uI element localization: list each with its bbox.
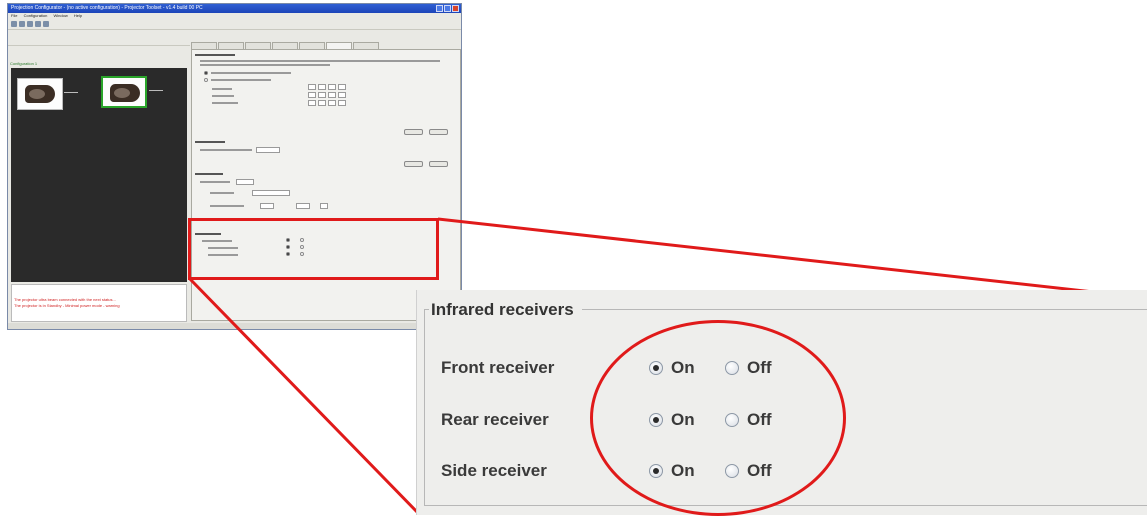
receiver-label: Rear receiver — [441, 410, 549, 429]
receiver-label: Front receiver — [441, 358, 555, 377]
infrared-group-title: Infrared receivers — [429, 300, 582, 320]
highlight-ellipse — [590, 320, 846, 516]
receiver-label: Side receiver — [441, 461, 547, 480]
callout-line-bottom — [188, 277, 422, 515]
callout-line-top — [437, 217, 1147, 300]
